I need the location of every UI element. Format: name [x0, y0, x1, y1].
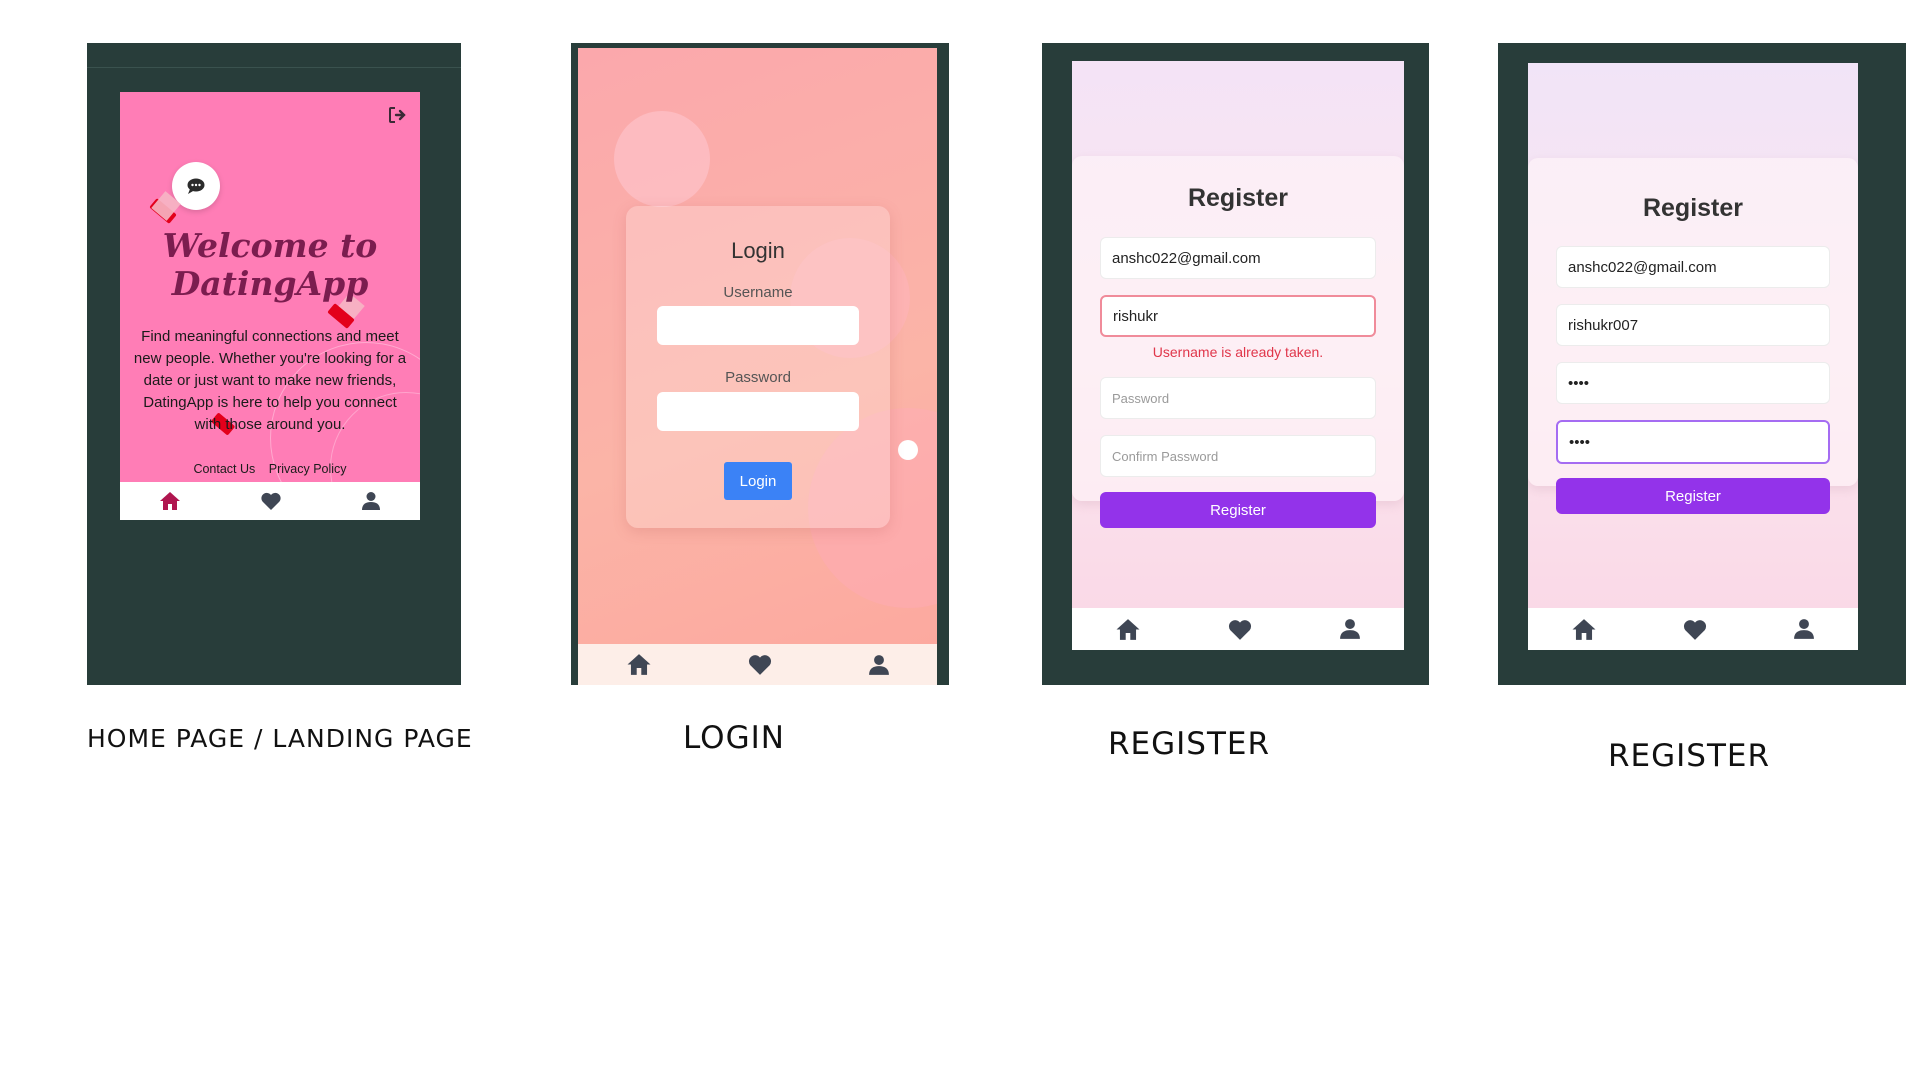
- home-description: Find meaningful connections and meet new…: [133, 328, 407, 433]
- home-icon[interactable]: [1571, 618, 1597, 641]
- register-caption-2: REGISTER: [1608, 738, 1771, 774]
- register-caption-1: REGISTER: [1108, 726, 1271, 762]
- login-button[interactable]: Login: [724, 462, 792, 500]
- password-input[interactable]: [657, 392, 859, 431]
- footer-links: Contact Us Privacy Policy: [120, 462, 420, 476]
- register-screen-1: Register anshc022@gmail.com rishukr User…: [1072, 61, 1404, 608]
- decor-circle: [898, 440, 918, 460]
- heart-icon[interactable]: [260, 491, 282, 511]
- password-input[interactable]: Password: [1100, 377, 1376, 419]
- welcome-title-line2: DatingApp: [171, 264, 369, 303]
- username-input[interactable]: rishukr007: [1556, 304, 1830, 346]
- username-input[interactable]: rishukr: [1100, 295, 1376, 337]
- register-button[interactable]: Register: [1100, 492, 1376, 528]
- register-screen-2: Register anshc022@gmail.com rishukr007 •…: [1528, 63, 1858, 608]
- user-icon[interactable]: [1339, 617, 1361, 641]
- register-device-frame-1: Register anshc022@gmail.com rishukr User…: [1042, 43, 1429, 685]
- register-device-frame-2: Register anshc022@gmail.com rishukr007 •…: [1498, 43, 1906, 685]
- privacy-policy-link[interactable]: Privacy Policy: [269, 462, 347, 476]
- home-caption: HOME PAGE / LANDING PAGE: [87, 724, 473, 753]
- home-icon[interactable]: [626, 653, 652, 676]
- username-input[interactable]: [657, 306, 859, 345]
- heart-icon[interactable]: [747, 653, 773, 676]
- login-card: Login Username Password Login: [626, 206, 890, 528]
- register-card: Register anshc022@gmail.com rishukr User…: [1072, 156, 1404, 528]
- login-caption: LOGIN: [683, 720, 785, 756]
- user-icon[interactable]: [1793, 617, 1815, 641]
- welcome-title-line1: Welcome to: [162, 226, 378, 265]
- email-input[interactable]: anshc022@gmail.com: [1100, 237, 1376, 279]
- bottom-nav: [1072, 608, 1404, 650]
- contact-us-link[interactable]: Contact Us: [193, 462, 255, 476]
- register-button[interactable]: Register: [1556, 478, 1830, 514]
- heart-icon[interactable]: [1682, 618, 1708, 641]
- home-device-frame: Welcome to DatingApp Find meaningful con…: [87, 43, 461, 685]
- register-card: Register anshc022@gmail.com rishukr007 •…: [1528, 158, 1858, 514]
- register-title: Register: [1642, 194, 1744, 222]
- login-screen: Login Username Password Login: [578, 48, 937, 644]
- register-title: Register: [1187, 184, 1289, 212]
- logout-icon[interactable]: [388, 106, 408, 129]
- confirm-password-input[interactable]: Confirm Password: [1100, 435, 1376, 477]
- user-icon[interactable]: [868, 653, 890, 677]
- confirm-password-input[interactable]: ••••: [1556, 420, 1830, 464]
- heart-icon[interactable]: [1227, 618, 1253, 641]
- email-input[interactable]: anshc022@gmail.com: [1556, 246, 1830, 288]
- bottom-nav: [120, 482, 420, 520]
- password-input[interactable]: ••••: [1556, 362, 1830, 404]
- welcome-title: Welcome to DatingApp: [120, 227, 420, 303]
- username-error: Username is already taken.: [1152, 344, 1324, 360]
- home-screen: Welcome to DatingApp Find meaningful con…: [120, 92, 420, 482]
- frame-top-divider: [87, 67, 461, 68]
- bottom-nav: [578, 644, 937, 685]
- username-label: Username: [723, 284, 793, 301]
- decor-circle: [614, 111, 710, 207]
- password-label: Password: [725, 369, 791, 386]
- login-device-frame: Login Username Password Login: [571, 43, 949, 685]
- home-icon[interactable]: [159, 491, 181, 511]
- user-icon[interactable]: [361, 491, 381, 511]
- home-icon[interactable]: [1115, 618, 1141, 641]
- bottom-nav: [1528, 608, 1858, 650]
- login-title: Login: [731, 238, 785, 263]
